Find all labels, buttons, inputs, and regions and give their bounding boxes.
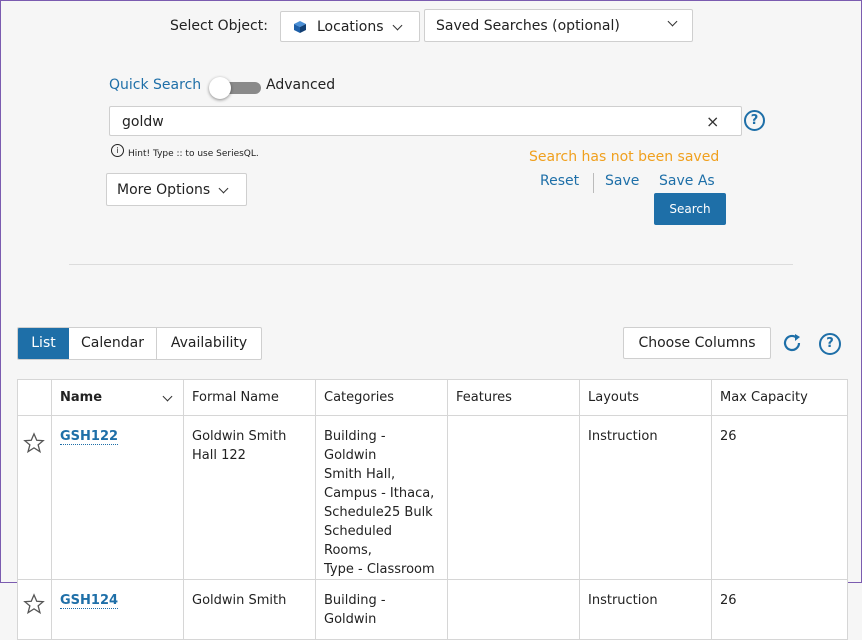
chevron-down-icon bbox=[162, 391, 173, 402]
info-icon: i bbox=[111, 144, 124, 157]
cell-max-capacity: 26 bbox=[711, 579, 848, 640]
tab-availability[interactable]: Availability bbox=[157, 328, 261, 359]
cell-max-capacity: 26 bbox=[711, 415, 848, 580]
more-options-label: More Options bbox=[117, 181, 211, 198]
cell-name: GSH122 bbox=[51, 415, 184, 580]
section-divider bbox=[69, 264, 793, 265]
column-header-layouts[interactable]: Layouts bbox=[579, 379, 712, 416]
cell-name: GSH124 bbox=[51, 579, 184, 640]
favorite-star-cell bbox=[17, 579, 52, 640]
column-header-max-capacity[interactable]: Max Capacity bbox=[711, 379, 848, 416]
cell-layouts: Instruction bbox=[579, 415, 712, 580]
cell-formal-name: Goldwin Smith bbox=[183, 579, 316, 640]
advanced-label[interactable]: Advanced bbox=[266, 77, 335, 93]
search-button[interactable]: Search bbox=[654, 193, 726, 225]
search-input-value: goldw bbox=[122, 114, 164, 130]
tab-list[interactable]: List bbox=[18, 328, 69, 359]
cell-formal-name: Goldwin Smith Hall 122 bbox=[183, 415, 316, 580]
cell-categories: Building - Goldwin Smith Hall, Campus - I… bbox=[315, 415, 448, 580]
column-header-name[interactable]: Name bbox=[51, 379, 184, 416]
search-input[interactable]: goldw × bbox=[109, 106, 742, 136]
star-icon[interactable] bbox=[23, 432, 45, 454]
clear-icon[interactable]: × bbox=[706, 112, 719, 131]
save-as-link[interactable]: Save As bbox=[659, 173, 715, 189]
search-mode-toggle[interactable] bbox=[209, 77, 261, 99]
table-row: GSH122 Goldwin Smith Hall 122 Building - … bbox=[17, 415, 848, 580]
column-header-formal-name[interactable]: Formal Name bbox=[183, 379, 316, 416]
cube-icon bbox=[294, 20, 306, 33]
choose-columns-button[interactable]: Choose Columns bbox=[623, 327, 771, 359]
help-icon[interactable]: ? bbox=[744, 110, 765, 131]
help-icon[interactable]: ? bbox=[819, 333, 841, 355]
more-options-button[interactable]: More Options bbox=[106, 173, 247, 206]
table-row: GSH124 Goldwin Smith Building - Goldwin … bbox=[17, 579, 848, 640]
column-header-features[interactable]: Features bbox=[447, 379, 580, 416]
save-link[interactable]: Save bbox=[605, 173, 639, 189]
cell-layouts: Instruction bbox=[579, 579, 712, 640]
star-column-header bbox=[17, 379, 52, 416]
refresh-icon[interactable] bbox=[781, 332, 803, 354]
chevron-down-icon bbox=[392, 20, 402, 30]
quick-search-label[interactable]: Quick Search bbox=[109, 77, 201, 93]
object-select-value: Locations bbox=[317, 18, 384, 35]
location-link[interactable]: GSH124 bbox=[60, 593, 119, 609]
star-icon[interactable] bbox=[23, 593, 45, 615]
object-select[interactable]: Locations bbox=[280, 11, 420, 42]
favorite-star-cell bbox=[17, 415, 52, 580]
chevron-down-icon bbox=[667, 16, 678, 27]
saved-searches-value: Saved Searches (optional) bbox=[436, 18, 620, 34]
cell-features bbox=[447, 579, 580, 640]
cell-features bbox=[447, 415, 580, 580]
table-header-row: Name Formal Name Categories Features Lay… bbox=[17, 379, 848, 416]
chevron-down-icon bbox=[218, 183, 229, 193]
saved-searches-select[interactable]: Saved Searches (optional) bbox=[424, 9, 693, 42]
select-object-label: Select Object: bbox=[170, 18, 268, 34]
search-status: Search has not been saved bbox=[529, 149, 720, 165]
location-link[interactable]: GSH122 bbox=[60, 429, 119, 445]
results-table: Name Formal Name Categories Features Lay… bbox=[17, 379, 848, 640]
column-header-categories[interactable]: Categories bbox=[315, 379, 448, 416]
cell-categories: Building - Goldwin bbox=[315, 579, 448, 640]
view-tabs: List Calendar Availability bbox=[17, 327, 262, 360]
seriesql-hint: Hint! Type :: to use SeriesQL. bbox=[128, 149, 259, 159]
link-divider bbox=[593, 173, 594, 193]
reset-link[interactable]: Reset bbox=[540, 173, 579, 189]
tab-calendar[interactable]: Calendar bbox=[69, 328, 157, 359]
